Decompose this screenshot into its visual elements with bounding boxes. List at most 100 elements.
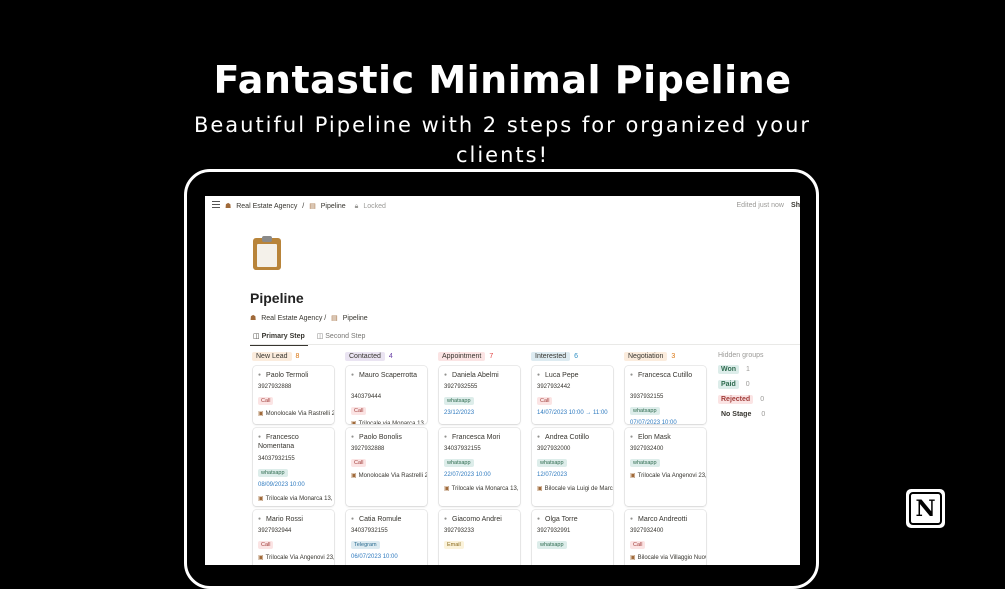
breadcrumb-page[interactable]: Pipeline (321, 203, 346, 210)
lead-name: Daniela Abelmi (444, 371, 516, 380)
column-header[interactable]: Contacted 4 (343, 352, 429, 364)
edited-status: Edited just now (736, 202, 784, 209)
lead-name: Mario Rossi (258, 515, 330, 524)
column-header[interactable]: New Lead 8 (250, 352, 336, 364)
appointment-date: 14/07/2023 10:00 → 11:00 (537, 410, 608, 416)
contact-method-tag: Call (630, 541, 646, 549)
clipboard-icon: ▤ (309, 203, 316, 210)
database-page-link[interactable]: Pipeline (343, 315, 368, 322)
house-icon: ☗ (250, 315, 257, 322)
contact-method-tag: whatsapp (444, 397, 474, 405)
clipboard-page-icon[interactable] (253, 236, 281, 270)
clipboard-icon: ▤ (331, 315, 338, 322)
lead-card[interactable]: Paolo Termoli 3927932888 Call Monolocale Vi… (253, 366, 334, 424)
contact-method: Call (258, 397, 274, 405)
column-4: Negotiation3 Francesca Cutillo 3937932155 w… (622, 352, 712, 565)
column-header[interactable]: Interested 6 (529, 352, 615, 364)
lead-card[interactable]: Olga Torre 3927932991 whatsapp (532, 510, 613, 565)
lead-card[interactable]: Andrea Cotillo 3927932000 whatsapp 12/07/20… (532, 428, 613, 506)
hidden-group-item[interactable]: Paid 0 (718, 380, 765, 395)
breadcrumb-separator: / (302, 203, 305, 210)
hidden-group-item[interactable]: Won 1 (718, 365, 765, 380)
appointment-date: 23/12/2023 (444, 410, 475, 416)
contact-method-tag: whatsapp (537, 541, 567, 549)
board-icon: ◫ (253, 333, 262, 340)
hidden-group-item[interactable]: Rejected 0 (718, 395, 765, 410)
contact-method: Call (537, 397, 553, 405)
column-status-label: Interested (531, 352, 571, 361)
lead-card[interactable]: Mario Rossi 3927932944 Call Trilocale Via A… (253, 510, 334, 565)
column-status-label: Contacted (345, 352, 385, 361)
lead-name: Francesca Cutillo (630, 371, 702, 380)
breadcrumb-workspace[interactable]: Real Estate Agency (236, 203, 297, 210)
contact-method: Email (444, 541, 464, 549)
hero-title: Fantastic Minimal Pipeline (213, 58, 792, 102)
appointment-date: 06/07/2023 10:00 (351, 554, 398, 560)
lead-phone: 3927932888 (351, 446, 385, 452)
database-breadcrumb: ☗ Real Estate Agency / ▤ Pipeline (250, 314, 371, 322)
lead-name: Giacomo Andrei (444, 515, 516, 524)
property-address: Trilocale via Monarca 13, P (258, 495, 334, 502)
appointment-date: 07/07/2023 10:00 (630, 420, 677, 424)
lead-card[interactable]: Paolo Bonolis 3927932888 Call Monolocale Vi… (346, 428, 427, 506)
lead-card[interactable]: Daniela Abelmi 3927932555 whatsapp 23/12/20… (439, 366, 520, 424)
hidden-groups: Hidden groups Won 1 Paid 0 Rejected 0 No Stage… (718, 352, 765, 425)
hidden-group-label: No Stage (721, 411, 752, 418)
contact-method-tag: Call (351, 459, 367, 467)
lead-card[interactable]: Luca Pepe 3927932442 Call 14/07/2023 10:00 … (532, 366, 613, 424)
column-header[interactable]: Appointment 7 (436, 352, 522, 364)
column-count: 4 (388, 353, 393, 360)
contact-method: whatsapp (258, 469, 288, 477)
contact-method: whatsapp (444, 397, 474, 405)
notion-screen: ☗ Real Estate Agency / ▤ Pipeline 🔒︎ Loc… (205, 196, 800, 565)
contact-method-tag: Email (444, 541, 464, 549)
column-status-label: Appointment (438, 352, 486, 361)
lead-name: Luca Pepe (537, 371, 609, 380)
lead-card[interactable]: Mauro Scaperrotta 340379444 Call Trilocale … (346, 366, 427, 424)
hidden-group-count: 0 (761, 411, 766, 418)
hidden-group-count: 0 (760, 396, 765, 403)
hidden-group-item[interactable]: No Stage 0 (718, 410, 765, 425)
contact-method-tag: whatsapp (258, 469, 288, 477)
lead-card[interactable]: Francesco Nomentana 34037932155 whatsapp 08… (253, 428, 334, 506)
appointment-date: 08/09/2023 10:00 (258, 482, 305, 488)
lead-name: Marco Andreotti (630, 515, 702, 524)
locked-label[interactable]: Locked (363, 203, 386, 210)
menu-icon[interactable] (212, 201, 220, 210)
appointment-date: 12/07/2023 (537, 472, 568, 478)
contact-method: whatsapp (630, 407, 660, 415)
lead-card[interactable]: Marco Andreotti 3927932400 Call Bilocale vi… (625, 510, 706, 565)
column-header[interactable]: Negotiation 3 (622, 352, 708, 364)
lead-card[interactable]: Catia Romule 34037932155 Telegram 06/07/202… (346, 510, 427, 565)
contact-method: Telegram (351, 541, 380, 549)
appointment-date: 22/07/2023 10:00 (444, 472, 491, 478)
contact-method: whatsapp (630, 459, 660, 467)
page-title: Pipeline (250, 290, 304, 306)
lead-phone: 3927932000 (537, 446, 571, 452)
property-address: Trilocale Via Angenovi 23, (258, 554, 334, 561)
hidden-group-label: Rejected (718, 395, 754, 404)
lead-name: Andrea Cotillo (537, 433, 609, 442)
property-address: Trilocale Via Angenovi 23, (537, 423, 613, 424)
lead-phone: 34037932155 (258, 456, 295, 462)
database-workspace-link[interactable]: Real Estate Agency / (261, 315, 326, 322)
contact-method: whatsapp (537, 459, 567, 467)
share-button[interactable]: Sh (791, 202, 800, 209)
tab-second-step[interactable]: ◫ Second Step (314, 331, 369, 345)
lead-card[interactable]: Francesca Mori 34037932155 whatsapp 22/07/2… (439, 428, 520, 506)
lead-phone: 3927932991 (537, 528, 571, 534)
contact-method: Call (630, 541, 646, 549)
contact-method-tag: whatsapp (444, 459, 474, 467)
lead-card[interactable]: Elon Mask 3927932400 whatsapp Trilocale Via… (625, 428, 706, 506)
contact-method-tag: Call (351, 407, 367, 415)
lead-phone: 3937932155 (630, 394, 664, 400)
column-3: Interested6 Luca Pepe 3927932442 Call 14/07/… (529, 352, 619, 565)
contact-method: whatsapp (444, 459, 474, 467)
lead-phone: 3927932555 (444, 384, 478, 390)
lead-phone: 3927932400 (630, 446, 664, 452)
lead-card[interactable]: Giacomo Andrei 392793233 Email (439, 510, 520, 565)
board-icon: ◫ (316, 333, 326, 340)
contact-method-tag: Call (258, 397, 274, 405)
lead-name: Paolo Bonolis (351, 433, 423, 442)
lead-card[interactable]: Francesca Cutillo 3937932155 whatsapp 07/07… (625, 366, 706, 424)
